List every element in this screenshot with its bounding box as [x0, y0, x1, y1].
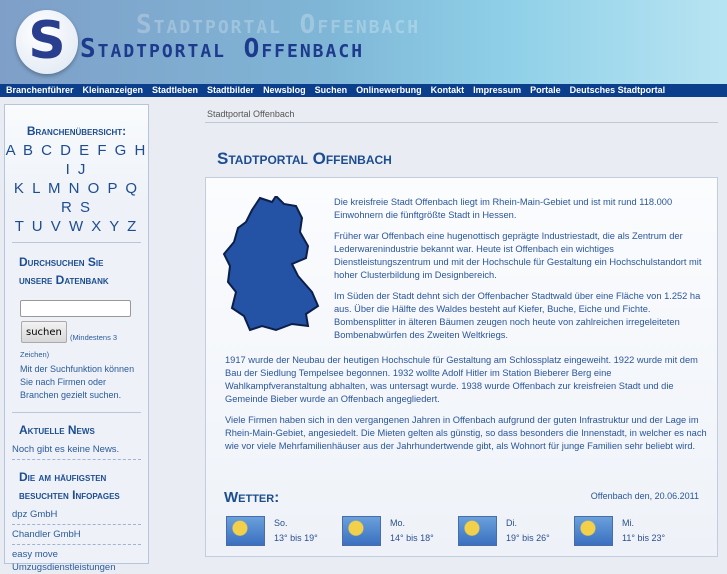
search-description: Mit der Suchfunktion können Sie nach Fir… — [20, 364, 135, 400]
weather-day-name: Mi. — [622, 518, 634, 528]
top-pages-title: Die am häufigsten besuchten Infopages — [19, 468, 148, 504]
business-paragraph: Viele Firmen haben sich in den vergangen… — [225, 415, 707, 451]
search-input[interactable] — [20, 300, 131, 317]
weather-temp: 13° bis 19° — [274, 533, 318, 543]
nav-item[interactable]: Deutsches Stadtportal — [570, 84, 666, 97]
intro-paragraph: Die kreisfreie Stadt Offenbach liegt im … — [334, 197, 673, 220]
cloud-sun-rain-icon — [226, 516, 265, 546]
alphabet-row[interactable]: A B C D E F G H I J — [5, 141, 148, 179]
nav-item[interactable]: Suchen — [315, 84, 348, 97]
weather-date: Offenbach den, 20.06.2011 — [590, 491, 699, 501]
nav-item[interactable]: Impressum — [473, 84, 521, 97]
weather-title: Wetter: — [224, 489, 280, 506]
content-box: Die kreisfreie Stadt Offenbach liegt im … — [205, 177, 718, 557]
nav-item[interactable]: Branchenführer — [6, 84, 74, 97]
weather-temp: 14° bis 18° — [390, 533, 434, 543]
weather-forecast: So. 13° bis 19° Mo. 14° bis 18° Di. 19° bis… — [226, 516, 690, 546]
top-title-line: Die am häufigsten — [19, 470, 107, 484]
weather-day: Mi. 11° bis 23° — [574, 516, 690, 546]
weather-day: Mo. 14° bis 18° — [342, 516, 458, 546]
sidebar: Branchenübersicht: A B C D E F G H I J K… — [4, 104, 149, 573]
nav-item[interactable]: Stadtleben — [152, 84, 198, 97]
weather-day: So. 13° bis 19° — [226, 516, 342, 546]
divider — [12, 459, 141, 460]
top-page-link[interactable]: Chandler GmbH — [12, 528, 148, 541]
nav-item[interactable]: Newsblog — [263, 84, 306, 97]
search-title-line: unsere Datenbank — [19, 273, 109, 287]
weather-day: Di. 19° bis 26° — [458, 516, 574, 546]
top-page-link[interactable]: dpz GmbH — [12, 508, 148, 521]
divider — [205, 122, 718, 123]
divider — [12, 242, 141, 243]
alphabet-row[interactable]: T U V W X Y Z — [5, 217, 148, 236]
cloud-sun-rain-icon — [574, 516, 613, 546]
weather-temp: 19° bis 26° — [506, 533, 550, 543]
weather-day-name: Di. — [506, 518, 517, 528]
weather-temp: 11° bis 23° — [622, 533, 666, 543]
news-title: Aktuelle News — [19, 423, 95, 437]
alphabet-row[interactable]: K L M N O P Q R S — [5, 179, 148, 217]
nav-item[interactable]: Onlinewerbung — [356, 84, 422, 97]
weather-day-name: So. — [274, 518, 288, 528]
divider — [12, 412, 141, 413]
logo[interactable]: S — [16, 10, 78, 74]
nav-item[interactable]: Kontakt — [431, 84, 465, 97]
divider — [12, 524, 141, 525]
cloud-sun-rain-icon — [458, 516, 497, 546]
germany-map-icon — [222, 196, 320, 332]
weather-day-name: Mo. — [390, 518, 406, 528]
cloud-sun-rain-icon — [342, 516, 381, 546]
branch-title: Branchenübersicht: — [26, 124, 127, 138]
search-title-line: Durchsuchen Sie — [19, 255, 104, 269]
page-title: Stadtportal Offenbach — [217, 149, 392, 168]
breadcrumb[interactable]: Stadtportal Offenbach — [207, 109, 294, 119]
intro-paragraph: Früher war Offenbach eine hugenottisch g… — [334, 231, 702, 280]
search-title: Durchsuchen Sie unsere Datenbank — [19, 253, 148, 289]
news-text: Noch gibt es keine News. — [12, 444, 120, 455]
history-paragraph: 1917 wurde der Neubau der heutigen Hochs… — [225, 355, 698, 404]
nav-item[interactable]: Kleinanzeigen — [83, 84, 144, 97]
top-page-link[interactable]: easy move Umzugsdienstleistungen — [12, 548, 122, 574]
site-title[interactable]: Stadtportal Offenbach — [80, 34, 364, 64]
main-nav: Branchenführer Kleinanzeigen Stadtleben … — [0, 84, 727, 97]
nav-item[interactable]: Stadtbilder — [207, 84, 254, 97]
header-banner: Stadtportal Offenbach S Stadtportal Offe… — [0, 0, 727, 84]
intro-paragraph: Im Süden der Stadt dehnt sich der Offenb… — [334, 291, 701, 340]
search-button[interactable]: suchen — [21, 321, 67, 343]
nav-item[interactable]: Portale — [530, 84, 561, 97]
top-title-line: besuchten Infopages — [19, 488, 120, 502]
